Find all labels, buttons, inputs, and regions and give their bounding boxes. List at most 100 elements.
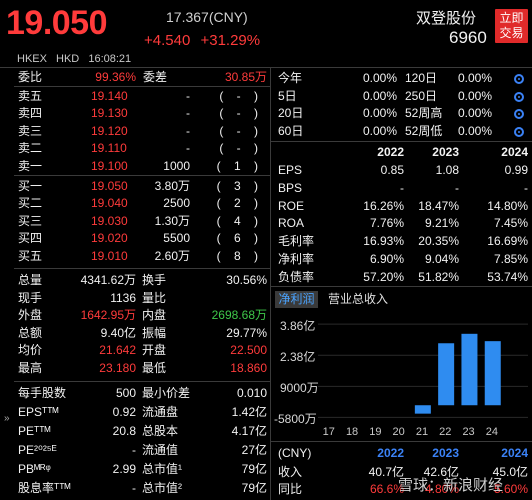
alert-icon[interactable] bbox=[514, 126, 524, 137]
fundamental-row: 股息率ᵀᵀᴹ - 总市值² 79亿 bbox=[14, 480, 270, 497]
x-tick-label: 23 bbox=[462, 426, 475, 438]
stat-value: 21.642 bbox=[99, 343, 136, 358]
fundamental-value: 0.92 bbox=[112, 405, 136, 419]
chart-bar[interactable] bbox=[484, 341, 501, 406]
stock-code: 6960 bbox=[449, 28, 487, 47]
fundamental-label: 流通值 bbox=[142, 443, 179, 457]
year-header: 2024 bbox=[501, 145, 528, 159]
stat-label: 总额 bbox=[18, 325, 43, 340]
fundamental-label: EPSᵀᵀᴹ bbox=[18, 405, 59, 419]
financial-row: 净利率 6.90% 9.04% 7.85% bbox=[270, 251, 532, 268]
stat-value: 29.77% bbox=[226, 325, 267, 340]
stat-label: 振幅 bbox=[142, 325, 167, 340]
alert-icon[interactable] bbox=[514, 91, 524, 102]
chart-bar[interactable] bbox=[414, 405, 431, 414]
fundamental-value: 20.8 bbox=[112, 424, 136, 438]
metric-value: 51.82% bbox=[418, 269, 459, 284]
level-price: 19.130 bbox=[91, 106, 128, 121]
period-label: 120日 bbox=[405, 71, 438, 85]
revenue-year: 2024 bbox=[501, 446, 528, 460]
metric-value: 9.04% bbox=[424, 252, 459, 266]
fundamental-value: 2.99 bbox=[112, 462, 136, 476]
bid-row: 买一 19.050 3.80万 ( 3 ) bbox=[14, 178, 270, 195]
performance-row: 60日 0.00% 52周低 0.00% bbox=[270, 123, 532, 140]
bid-row: 买五 19.010 2.60万 ( 8 ) bbox=[14, 248, 270, 265]
financial-row: BPS - - - bbox=[270, 180, 532, 197]
level-price: 19.020 bbox=[91, 231, 128, 246]
trade-now-button[interactable]: 立即 交易 bbox=[495, 9, 528, 43]
fundamental-value: 79亿 bbox=[241, 462, 267, 476]
metric-value: 0.99 bbox=[504, 163, 528, 177]
x-tick-label: 18 bbox=[345, 426, 359, 438]
tab-net-profit[interactable]: 净利润 bbox=[275, 291, 318, 308]
fundamental-label: PEᵀᵀᴹ bbox=[18, 424, 51, 438]
level-label: 买一 bbox=[18, 179, 43, 193]
metric-value: - bbox=[400, 180, 404, 195]
metric-value: 18.47% bbox=[418, 198, 459, 213]
stat-label: 内盘 bbox=[142, 308, 167, 323]
x-tick-label: 19 bbox=[369, 426, 382, 438]
fundamental-label: PBᴹᴿᵠ bbox=[18, 462, 51, 476]
revenue-label: 收入 bbox=[278, 465, 303, 479]
commission-diff-label: 委差 bbox=[143, 70, 168, 84]
level-orders: ( - ) bbox=[219, 106, 258, 121]
chart-bar[interactable] bbox=[438, 343, 455, 406]
fundamental-row: EPSᵀᵀᴹ 0.92 流通盘 1.42亿 bbox=[14, 404, 270, 421]
metric-value: 9.21% bbox=[424, 216, 459, 231]
stat-value: 30.56% bbox=[226, 273, 267, 287]
bid-row: 买二 19.040 2500 ( 2 ) bbox=[14, 195, 270, 212]
fundamental-value: 500 bbox=[115, 386, 136, 400]
stat-label: 现手 bbox=[18, 290, 43, 305]
level-orders: ( 4 ) bbox=[216, 213, 258, 228]
metric-label: 毛利率 bbox=[278, 234, 315, 249]
level-price: 19.050 bbox=[91, 179, 128, 193]
metric-value: 14.80% bbox=[487, 198, 528, 213]
stat-label: 总量 bbox=[18, 273, 43, 287]
reference-price: 17.367(CNY) bbox=[166, 9, 248, 25]
stat-value: 1642.95万 bbox=[80, 308, 136, 323]
fundamental-label: 股息率ᵀᵀᴹ bbox=[18, 481, 71, 495]
year-header: 2023 bbox=[432, 145, 459, 159]
performance-row: 今年 0.00% 120日 0.00% bbox=[270, 70, 532, 87]
stat-value: 18.860 bbox=[230, 361, 267, 375]
performance-row: 20日 0.00% 52周高 0.00% bbox=[270, 105, 532, 122]
revenue-year: 2023 bbox=[432, 446, 459, 460]
period-label: 今年 bbox=[278, 71, 303, 85]
metric-value: 20.35% bbox=[418, 234, 459, 249]
level-orders: ( 8 ) bbox=[216, 248, 258, 263]
ask-row: 卖四 19.130 - ( - ) bbox=[14, 105, 270, 122]
metric-label: ROA bbox=[278, 216, 305, 231]
alert-icon[interactable] bbox=[514, 74, 524, 84]
level-label: 卖一 bbox=[18, 158, 43, 173]
metric-label: 净利率 bbox=[278, 252, 315, 266]
fundamental-label: 总股本 bbox=[142, 424, 179, 438]
metric-value: 53.74% bbox=[487, 269, 528, 284]
period-label: 52周高 bbox=[405, 106, 443, 121]
level-volume: 2500 bbox=[163, 196, 190, 211]
stat-value: 2698.68万 bbox=[211, 308, 267, 323]
metric-value: 6.90% bbox=[369, 252, 404, 266]
stat-value: 23.180 bbox=[99, 361, 136, 375]
fundamental-row: PEᵀᵀᴹ 20.8 总股本 4.17亿 bbox=[14, 423, 270, 440]
commission-diff-value: 30.85万 bbox=[224, 70, 267, 84]
financial-row: ROE 16.26% 18.47% 14.80% bbox=[270, 198, 532, 215]
expand-arrow-icon[interactable]: » bbox=[4, 413, 10, 424]
period-value: 0.00% bbox=[362, 71, 397, 85]
stock-name: 双登股份 bbox=[416, 10, 477, 27]
tab-revenue[interactable]: 营业总收入 bbox=[328, 291, 388, 308]
stat-value: 9.40亿 bbox=[100, 325, 136, 340]
period-value: 0.00% bbox=[457, 88, 492, 103]
financial-row: EPS 0.85 1.08 0.99 bbox=[270, 162, 532, 179]
currency-label: HKD bbox=[56, 53, 80, 65]
stat-row: 外盘 1642.95万 内盘 2698.68万 bbox=[14, 307, 270, 324]
level-volume: - bbox=[186, 89, 190, 103]
period-label: 52周低 bbox=[405, 123, 443, 138]
fundamental-row: 每手股数 500 最小价差 0.010 bbox=[14, 385, 270, 402]
exchange-info: HKEX HKD 16:08:21 bbox=[17, 53, 131, 65]
metric-value: 16.93% bbox=[363, 234, 404, 249]
bid-row: 买三 19.030 1.30万 ( 4 ) bbox=[14, 213, 270, 230]
level-orders: ( 2 ) bbox=[216, 196, 258, 211]
fundamental-label: 总市值² bbox=[142, 481, 182, 495]
revenue-year: 2022 bbox=[377, 446, 404, 460]
chart-bar[interactable] bbox=[461, 333, 478, 406]
